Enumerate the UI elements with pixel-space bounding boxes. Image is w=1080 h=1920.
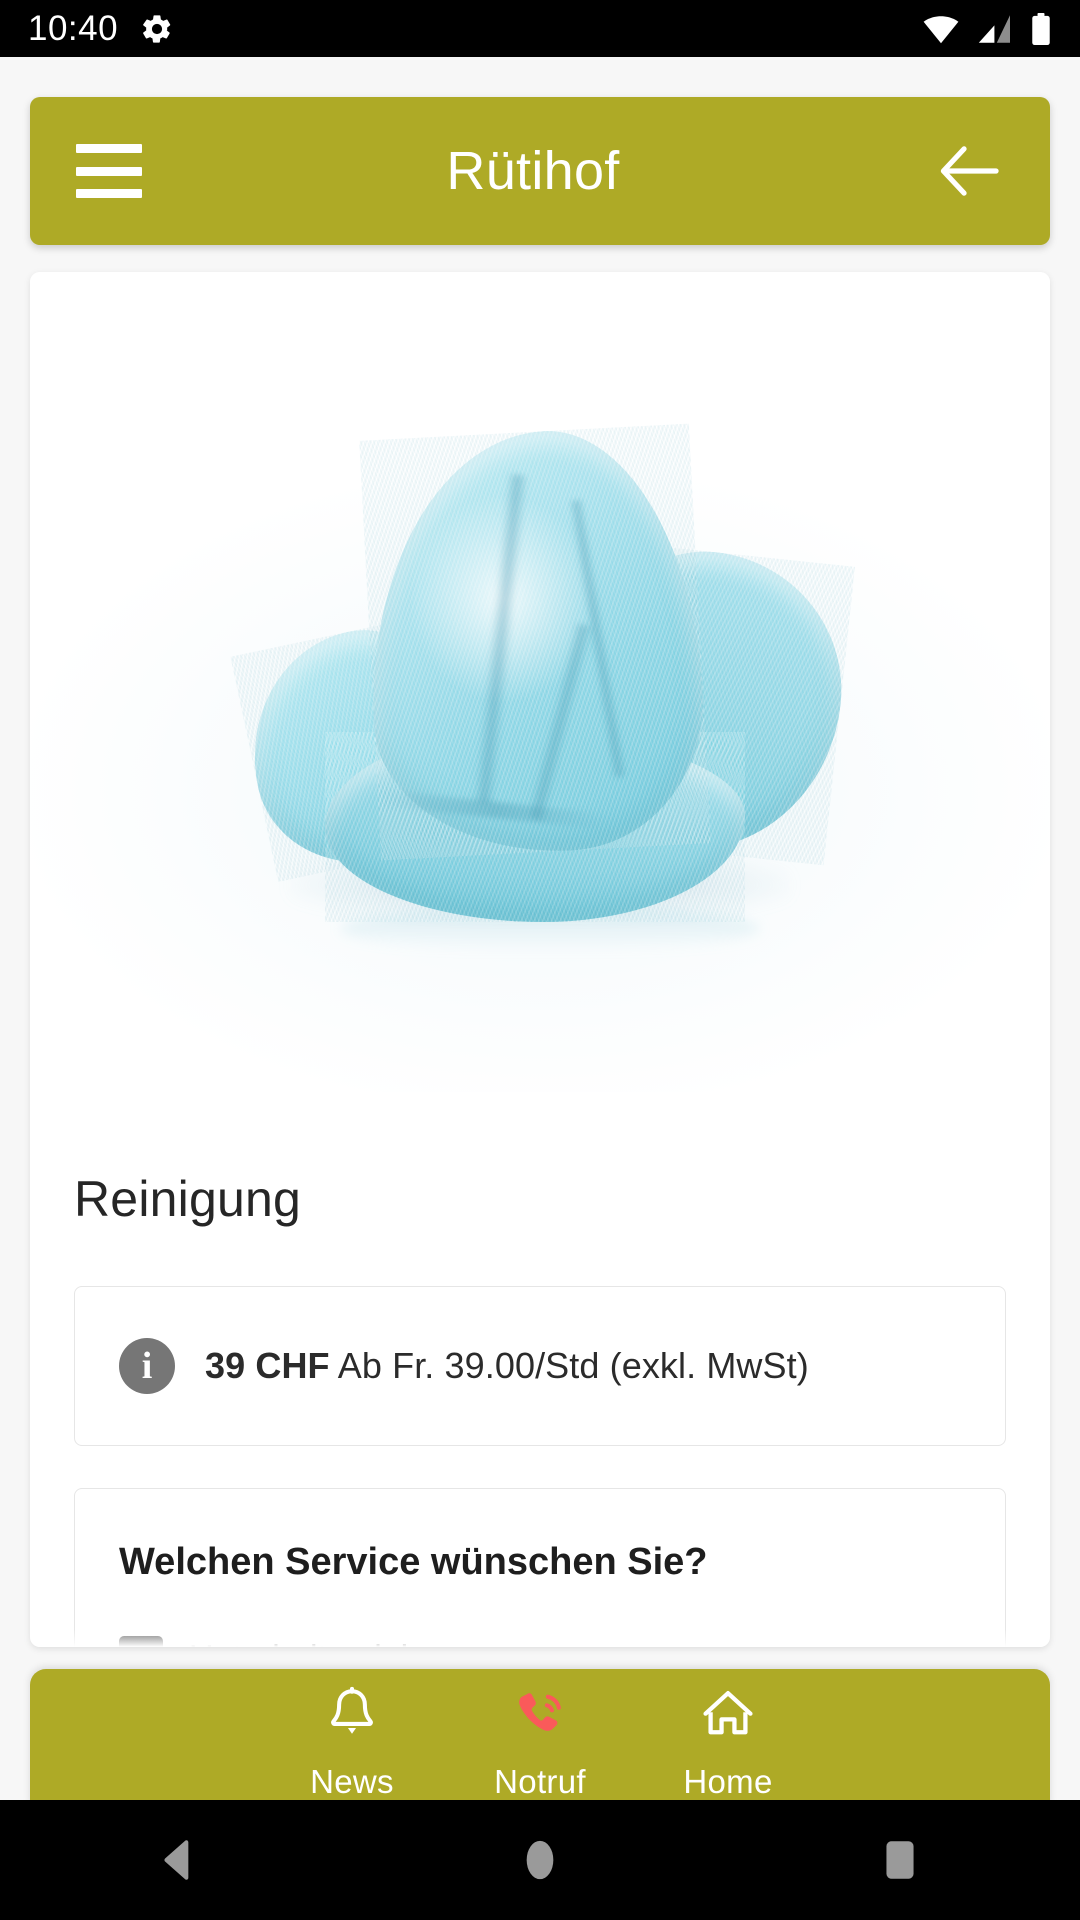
price-text: 39 CHF Ab Fr. 39.00/Std (exkl. MwSt) [205,1345,809,1387]
system-navigation-bar [0,1800,1080,1920]
service-option-checkbox[interactable] [119,1636,163,1647]
settings-gear-icon [140,12,174,46]
nav-label-home: Home [683,1762,773,1800]
service-option-row[interactable]: Unterhaltsreinigung [119,1636,961,1647]
service-option-label: Unterhaltsreinigung [189,1639,484,1648]
content-card[interactable]: Reinigung i 39 CHF Ab Fr. 39.00/Std (exk… [30,272,1050,1647]
arrow-left-icon[interactable] [934,136,1004,206]
service-question: Welchen Service wünschen Sie? [119,1541,708,1583]
price-amount: 39 CHF [205,1345,330,1386]
app-viewport: Rütihof Reinigung i 39 CHF Ab Fr. 39.00/… [0,57,1080,1817]
battery-icon [1030,12,1052,45]
bottom-navigation: News Notruf Home [30,1669,1050,1817]
phone-screen: 10:40 Rütihof Reinigung i 39 CHF Ab Fr. … [0,0,1080,1920]
status-clock: 10:40 [28,9,119,48]
page-title: Rütihof [446,141,620,201]
status-bar-right [922,12,1052,45]
product-hero-image [30,272,1050,1092]
app-bar: Rütihof [30,97,1050,245]
cleaning-cloth-illustration [220,402,860,962]
back-triangle-icon[interactable] [120,1800,240,1920]
phone-icon [511,1686,569,1753]
nav-item-news[interactable]: News [258,1686,446,1801]
home-icon [699,1686,757,1753]
price-detail: Ab Fr. 39.00/Std (exkl. MwSt) [337,1345,809,1386]
status-bar: 10:40 [0,0,1080,57]
recents-square-icon[interactable] [840,1800,960,1920]
nav-label-notruf: Notruf [494,1762,586,1800]
service-selection-panel: Welchen Service wünschen Sie? Unterhalts… [74,1488,1006,1647]
nav-item-notruf[interactable]: Notruf [446,1686,634,1801]
info-icon[interactable]: i [119,1338,175,1394]
price-info-panel: i 39 CHF Ab Fr. 39.00/Std (exkl. MwSt) [74,1286,1006,1446]
status-bar-left: 10:40 [28,11,174,46]
cellular-signal-icon [977,14,1013,44]
nav-label-news: News [310,1762,394,1800]
bell-icon [323,1686,381,1753]
home-circle-icon[interactable] [480,1800,600,1920]
section-title: Reinigung [74,1171,301,1227]
nav-item-home[interactable]: Home [634,1686,822,1801]
wifi-icon [922,14,960,44]
